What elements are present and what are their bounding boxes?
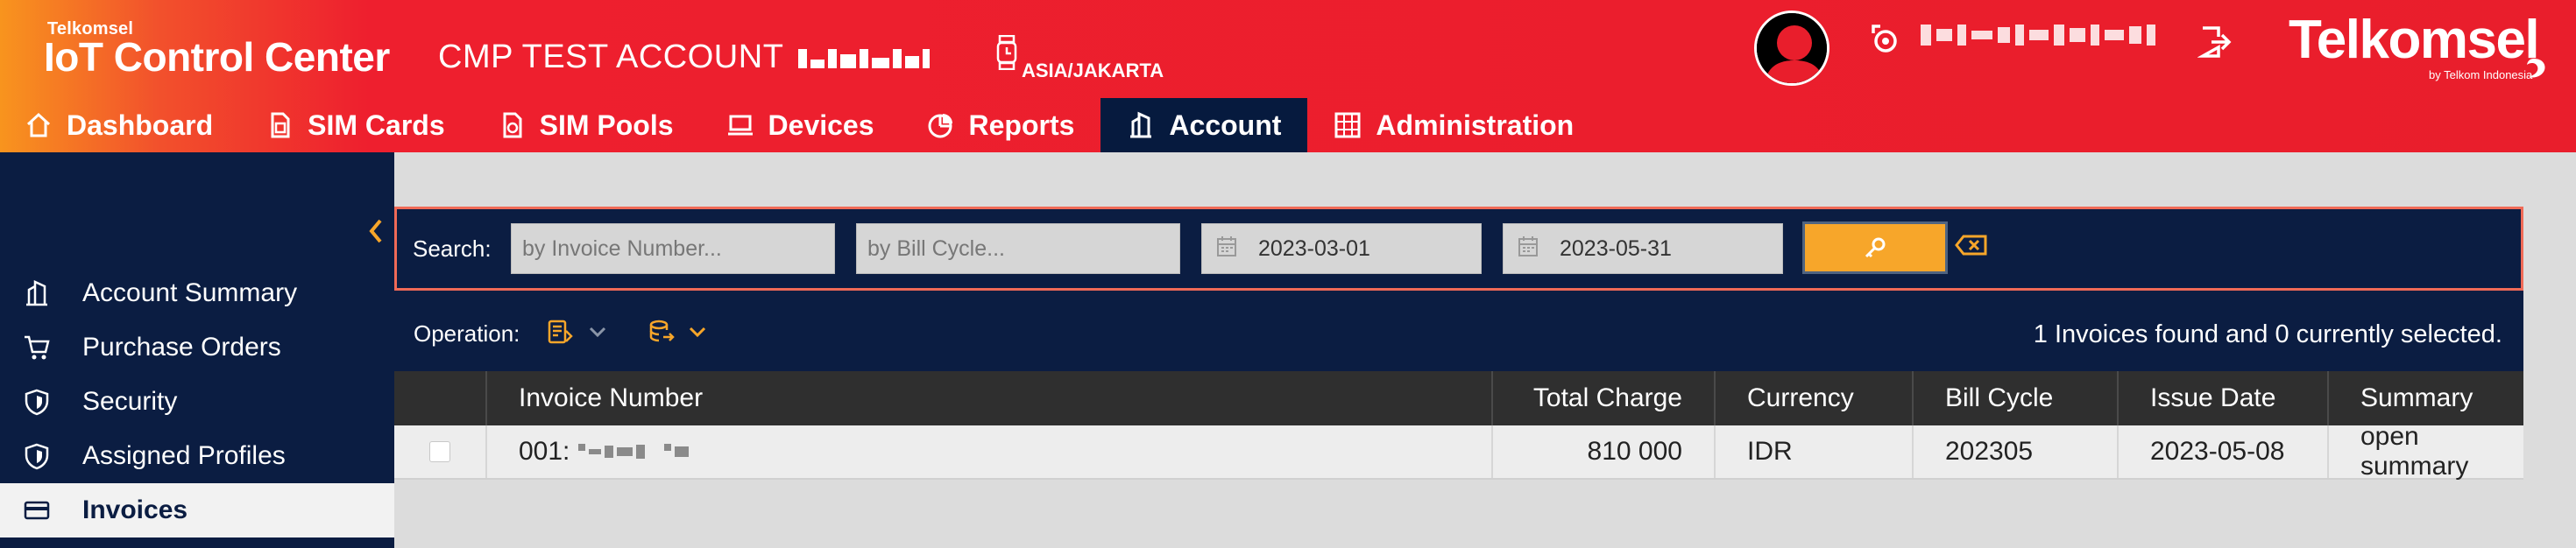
invoices-table: Invoice Number Total Charge Currency Bil… [394, 371, 2523, 481]
laptop-icon [727, 115, 753, 136]
building-icon [1130, 111, 1152, 138]
sidebar-item-label: Invoices [82, 495, 188, 524]
building-icon [26, 280, 47, 306]
watch-icon [996, 35, 1017, 70]
bill-cycle-input[interactable] [856, 223, 1180, 274]
shield-icon [25, 443, 49, 470]
pie-chart-icon [928, 114, 952, 138]
nav-sim-cards-label: SIM Cards [308, 109, 445, 141]
clear-search-icon[interactable] [1955, 234, 1988, 256]
row-checkbox[interactable] [429, 441, 450, 462]
shield-icon [25, 389, 49, 416]
telkomsel-logo-sub: by Telkom Indonesia [2429, 68, 2533, 81]
nav-account-label: Account [1169, 109, 1282, 141]
header-issue-date[interactable]: Issue Date [2119, 371, 2329, 425]
export-document-icon[interactable] [547, 319, 573, 345]
currency-cell: IDR [1716, 425, 1914, 478]
sidebar-item-label: Security [82, 387, 178, 416]
account-name-text: CMP TEST ACCOUNT [438, 39, 783, 75]
open-summary-link[interactable]: open summary [2329, 422, 2523, 481]
results-count-text: 1 Invoices found and 0 currently selecte… [2033, 320, 2502, 348]
sidebar-item-invoices[interactable]: Invoices [0, 483, 394, 537]
header-summary[interactable]: Summary [2329, 371, 2523, 425]
user-avatar[interactable] [1754, 11, 1829, 86]
invoice-number-text: 001: [519, 437, 570, 466]
nav-account[interactable]: Account [1100, 98, 1308, 152]
logout-icon[interactable] [2197, 25, 2233, 60]
invoice-number-cell: 001: [487, 425, 1493, 478]
nav-administration-label: Administration [1376, 109, 1575, 141]
redacted-username [1921, 23, 2155, 47]
nav-sim-cards[interactable]: SIM Cards [239, 98, 471, 152]
nav-sim-pools[interactable]: SIM Pools [471, 98, 700, 152]
sidebar-item-assigned-profiles[interactable]: Assigned Profiles [0, 429, 394, 483]
sim-pool-icon [503, 112, 522, 138]
sidebar-item-label: Purchase Orders [82, 333, 281, 362]
sidebar-item-label: Assigned Profiles [82, 441, 286, 470]
header-bill-cycle[interactable]: Bill Cycle [1914, 371, 2119, 425]
sidebar: Account Summary Purchase Orders Security… [0, 152, 394, 548]
header-select-column[interactable] [394, 371, 487, 425]
app-title: IoT Control Center [44, 34, 390, 80]
nav-reports-label: Reports [968, 109, 1075, 141]
nav-dashboard[interactable]: Dashboard [0, 98, 239, 152]
nav-devices[interactable]: Devices [700, 98, 901, 152]
row-select-cell [394, 425, 487, 478]
bill-cycle-cell: 202305 [1914, 425, 2119, 478]
timezone-label: ASIA/JAKARTA [1022, 60, 1164, 81]
cart-icon [25, 335, 50, 360]
home-icon [26, 112, 51, 137]
calendar-icon[interactable] [1217, 235, 1236, 256]
issue-date-cell: 2023-05-08 [2119, 425, 2329, 478]
account-name: CMP TEST ACCOUNT [438, 39, 930, 76]
sidebar-item-account-summary[interactable]: Account Summary [0, 266, 394, 320]
nav-devices-label: Devices [768, 109, 874, 141]
key-search-icon [1865, 237, 1886, 258]
redacted-account-id [797, 48, 930, 68]
collapse-sidebar-icon[interactable] [366, 217, 386, 245]
chevron-down-icon[interactable] [589, 326, 606, 338]
nav-administration[interactable]: Administration [1307, 98, 1600, 152]
redacted-invoice-number [578, 444, 690, 459]
header-invoice-number[interactable]: Invoice Number [487, 371, 1493, 425]
sidebar-item-security[interactable]: Security [0, 375, 394, 429]
telkomsel-swirl-icon [2527, 59, 2545, 78]
table-header: Invoice Number Total Charge Currency Bil… [394, 371, 2523, 425]
avatar-silhouette-icon [1757, 13, 1827, 83]
operation-label: Operation: [414, 320, 520, 347]
chevron-down-icon[interactable] [689, 326, 706, 338]
sim-card-icon [271, 112, 290, 138]
nav-sim-pools-label: SIM Pools [539, 109, 674, 141]
invoice-card-icon [24, 501, 50, 520]
main-nav: Dashboard SIM Cards SIM Pools Devices Re… [0, 98, 2576, 152]
search-bar: Search: [394, 207, 2523, 291]
date-to-input[interactable] [1503, 223, 1783, 274]
app-header: Telkomsel IoT Control Center CMP TEST AC… [0, 0, 2576, 152]
search-button[interactable] [1802, 221, 1948, 274]
settings-gear-icon[interactable] [1868, 23, 1903, 58]
database-export-icon[interactable] [648, 319, 675, 345]
telkomsel-logo: Telkomsel [2289, 10, 2540, 70]
calendar-icon[interactable] [1518, 235, 1538, 256]
nav-dashboard-label: Dashboard [67, 109, 214, 141]
header-currency[interactable]: Currency [1716, 371, 1914, 425]
date-from-input[interactable] [1201, 223, 1482, 274]
sidebar-item-label: Account Summary [82, 278, 298, 307]
search-label: Search: [413, 235, 492, 262]
total-charge-cell: 810 000 [1493, 425, 1716, 478]
nav-reports[interactable]: Reports [901, 98, 1101, 152]
main-content: Search: Operation: [394, 152, 2576, 548]
invoice-number-input[interactable] [511, 223, 835, 274]
sidebar-item-purchase-orders[interactable]: Purchase Orders [0, 320, 394, 375]
table-row[interactable]: 001: 810 000 IDR 202305 2023-05-08 open … [394, 422, 2523, 481]
operations-bar: Operation: 1 Invoices found and 0 curren… [394, 291, 2523, 371]
admin-grid-icon [1334, 112, 1361, 138]
header-total-charge[interactable]: Total Charge [1493, 371, 1716, 425]
